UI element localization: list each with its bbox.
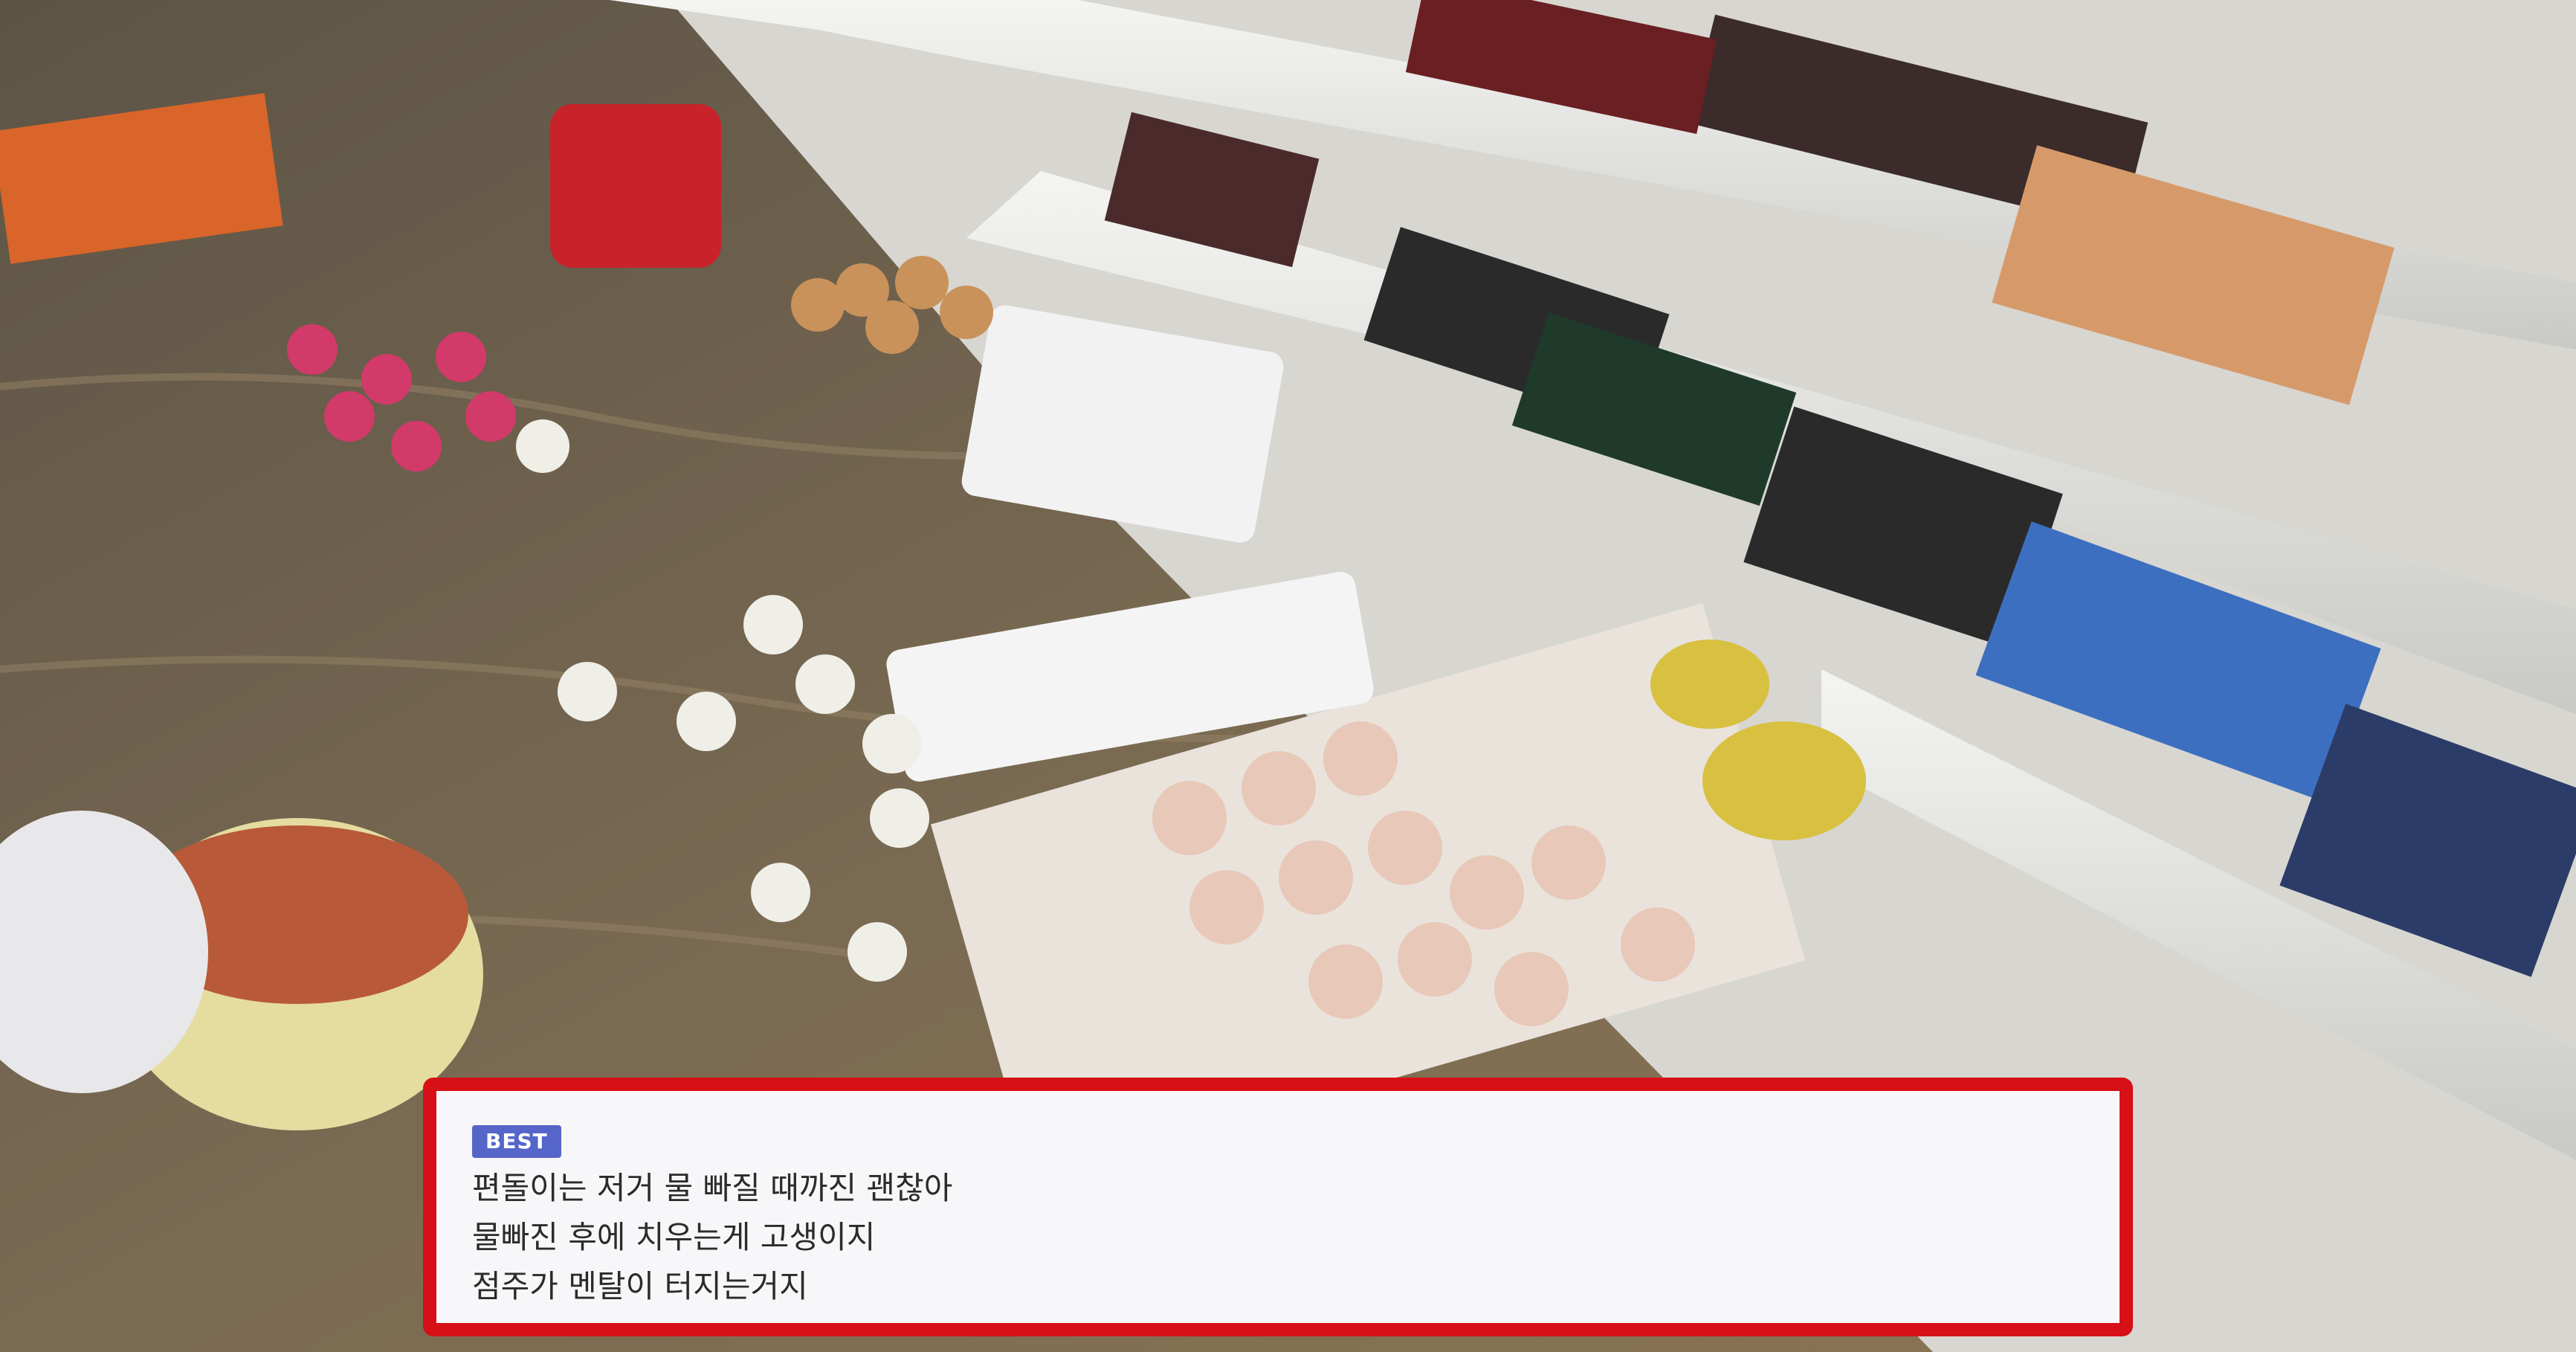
best-comment-box: BEST 편돌이는 저거 물 빠질 때까진 괜찮아 물빠진 후에 치우는게 고생… <box>423 1078 2133 1336</box>
best-badge: BEST <box>472 1125 561 1158</box>
comment-line: 편돌이는 저거 물 빠질 때까진 괜찮아 <box>472 1170 953 1206</box>
scrubber <box>1702 721 1866 840</box>
comment-line: 물빠진 후에 치우는게 고생이지 <box>472 1219 876 1255</box>
scrubber <box>1650 640 1769 729</box>
ramen-cup <box>550 104 721 268</box>
comment-text: 편돌이는 저거 물 빠질 때까진 괜찮아 물빠진 후에 치우는게 고생이지 점주… <box>472 1164 2084 1311</box>
comment-line: 점주가 멘탈이 터지는거지 <box>472 1268 808 1304</box>
